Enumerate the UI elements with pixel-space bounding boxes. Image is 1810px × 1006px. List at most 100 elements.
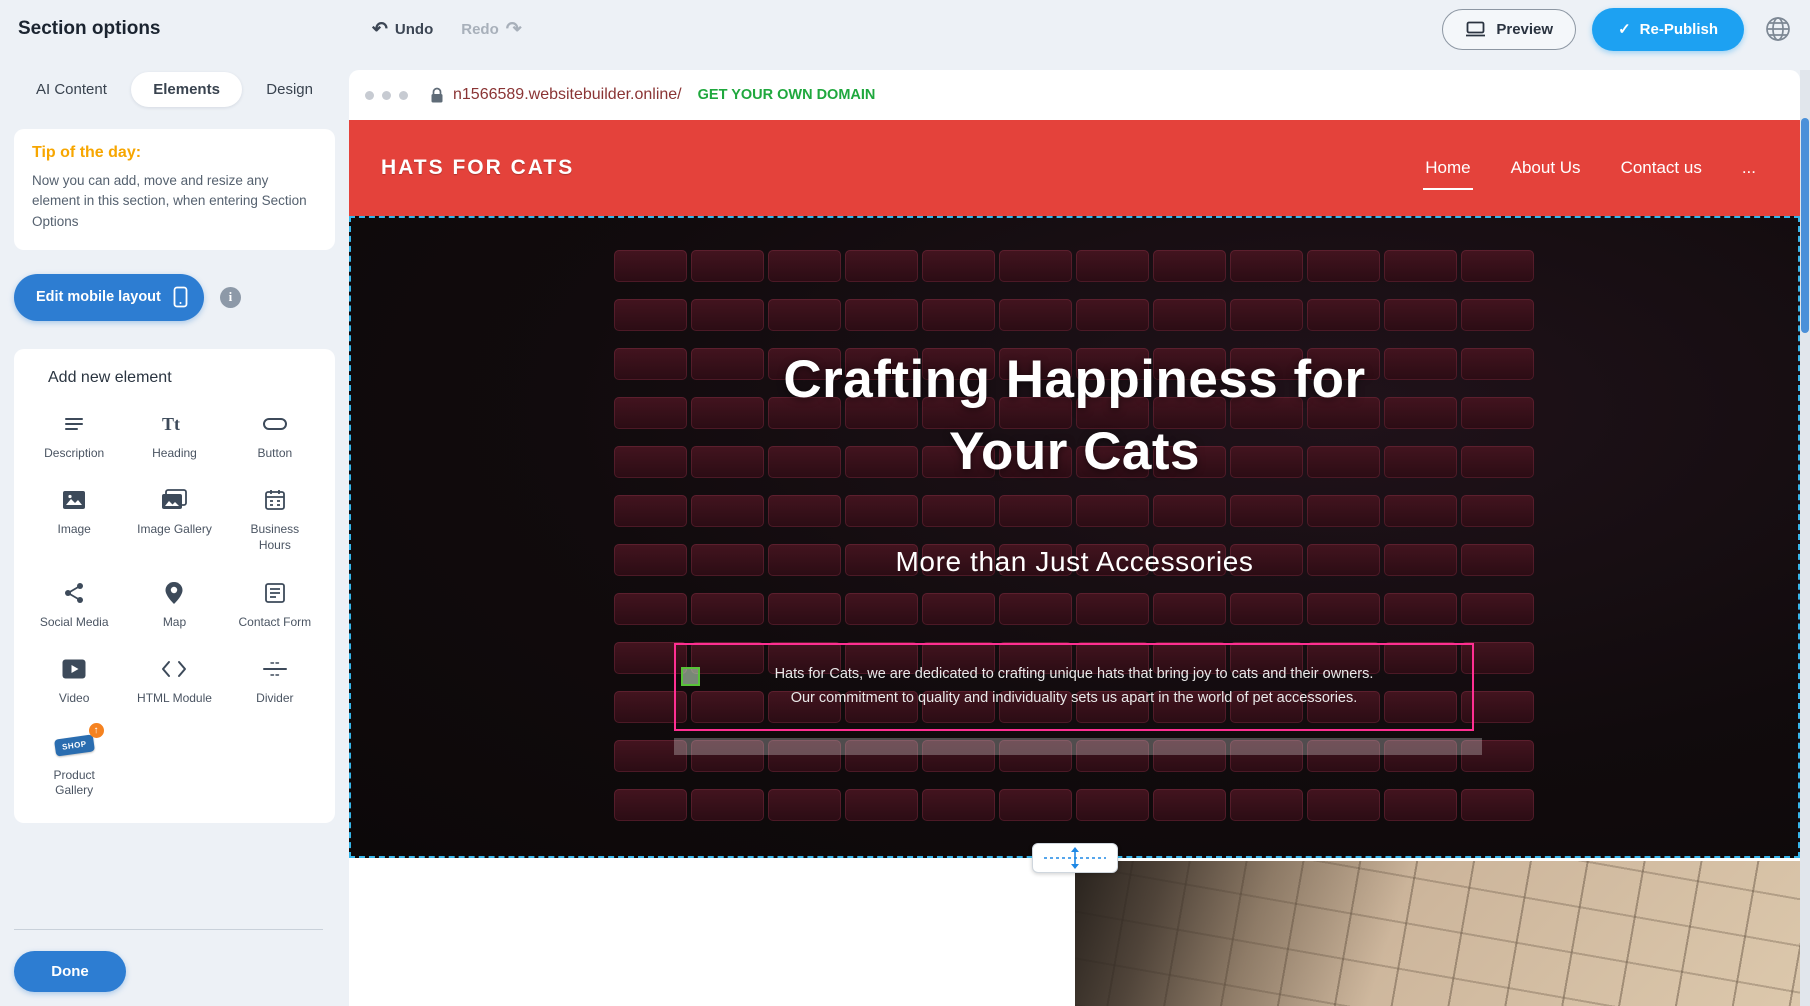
- get-your-own-domain-link[interactable]: GET YOUR OWN DOMAIN: [698, 87, 876, 103]
- element-ghost-bar: [674, 738, 1482, 755]
- wall-tile: [1307, 789, 1380, 821]
- tip-body: Now you can add, move and resize any ele…: [32, 171, 317, 232]
- scrollbar-thumb[interactable]: [1801, 118, 1809, 333]
- preview-label: Preview: [1496, 21, 1553, 38]
- shop-sign: SHOP: [54, 735, 95, 757]
- wall-tile: [1461, 299, 1534, 331]
- element-html-module[interactable]: HTML Module: [124, 648, 224, 713]
- svg-text:Tt: Tt: [162, 414, 180, 434]
- code-icon: [160, 654, 188, 684]
- image-gallery-icon: [160, 485, 188, 515]
- next-section: [349, 858, 1800, 1006]
- element-heading[interactable]: Tt Heading: [124, 403, 224, 468]
- element-product-gallery[interactable]: SHOP ↑ Product Gallery: [24, 725, 124, 805]
- browser-chrome: n1566589.websitebuilder.online/ GET YOUR…: [349, 70, 1800, 120]
- hero-subheadline[interactable]: More than Just Accessories: [349, 546, 1800, 578]
- undo-redo-group: ↶ Undo Redo ↷: [372, 20, 522, 39]
- wall-tile: [845, 299, 918, 331]
- section-height-resize-handle[interactable]: [1032, 843, 1118, 873]
- page-title: Section options: [18, 18, 161, 40]
- wall-tile: [999, 299, 1072, 331]
- wall-tile: [1230, 250, 1303, 282]
- paragraph-element-selected[interactable]: Hats for Cats, we are dedicated to craft…: [674, 643, 1474, 731]
- wall-tile: [691, 495, 764, 527]
- divider-icon: [262, 654, 288, 684]
- tab-elements[interactable]: Elements: [131, 72, 242, 107]
- hero-section-selected[interactable]: Crafting Happiness for Your Cats More th…: [349, 216, 1800, 858]
- wall-tile: [845, 250, 918, 282]
- site-url: n1566589.websitebuilder.online/: [453, 86, 682, 104]
- pavement-photo: [1075, 861, 1800, 1006]
- nav-more-icon[interactable]: ...: [1740, 152, 1758, 184]
- nav-about-us[interactable]: About Us: [1509, 152, 1583, 184]
- element-business-hours[interactable]: Business Hours: [225, 479, 325, 559]
- republish-button[interactable]: ✓ Re-Publish: [1592, 8, 1744, 51]
- preview-area: n1566589.websitebuilder.online/ GET YOUR…: [349, 58, 1810, 1006]
- wall-tile: [922, 789, 995, 821]
- site-logo[interactable]: HATS FOR CATS: [381, 156, 574, 180]
- element-video[interactable]: Video: [24, 648, 124, 713]
- wall-tile: [1384, 495, 1457, 527]
- done-button[interactable]: Done: [14, 951, 126, 992]
- undo-button[interactable]: ↶ Undo: [372, 20, 433, 39]
- element-divider[interactable]: Divider: [225, 648, 325, 713]
- preview-scrollbar: [1800, 70, 1810, 1006]
- wall-tile: [1076, 593, 1149, 625]
- heading-icon: Tt: [161, 409, 187, 439]
- element-image[interactable]: Image: [24, 479, 124, 559]
- image-icon: [61, 485, 87, 515]
- site-canvas: HATS FOR CATS Home About Us Contact us .…: [349, 120, 1800, 1006]
- tip-of-the-day-card: Tip of the day: Now you can add, move an…: [14, 129, 335, 250]
- wall-tile: [1307, 299, 1380, 331]
- edit-mobile-layout-label: Edit mobile layout: [36, 289, 161, 305]
- element-description[interactable]: Description: [24, 403, 124, 468]
- element-image-gallery[interactable]: Image Gallery: [124, 479, 224, 559]
- edit-mobile-layout-button[interactable]: Edit mobile layout: [14, 274, 204, 321]
- site-header[interactable]: HATS FOR CATS Home About Us Contact us .…: [349, 120, 1800, 216]
- wall-tile: [1076, 789, 1149, 821]
- preview-button[interactable]: Preview: [1442, 9, 1576, 50]
- wall-tile: [691, 593, 764, 625]
- description-icon: [62, 409, 86, 439]
- button-icon: [262, 409, 288, 439]
- video-icon: [61, 654, 87, 684]
- element-contact-form[interactable]: Contact Form: [225, 572, 325, 637]
- wall-tile: [614, 299, 687, 331]
- wall-tile: [614, 250, 687, 282]
- wall-tile: [768, 250, 841, 282]
- element-grid: Description Tt Heading Button: [24, 403, 325, 805]
- element-map[interactable]: Map: [124, 572, 224, 637]
- element-button[interactable]: Button: [225, 403, 325, 468]
- tab-ai-content[interactable]: AI Content: [26, 72, 117, 107]
- social-media-icon: [62, 578, 86, 608]
- nav-home[interactable]: Home: [1423, 152, 1472, 184]
- wall-tile: [1461, 495, 1534, 527]
- lock-icon: [430, 87, 444, 104]
- hero-headline[interactable]: Crafting Happiness for Your Cats: [349, 344, 1800, 488]
- wall-tile: [1384, 593, 1457, 625]
- resize-handle-left-icon[interactable]: [681, 667, 700, 686]
- nav-contact-us[interactable]: Contact us: [1619, 152, 1704, 184]
- wall-tile: [922, 495, 995, 527]
- wall-tile: [999, 593, 1072, 625]
- wall-tile: [1384, 299, 1457, 331]
- wall-tile: [1153, 250, 1226, 282]
- sidebar: AI Content Elements Design Tip of the da…: [0, 58, 349, 1006]
- wall-tile: [1153, 593, 1226, 625]
- info-icon[interactable]: i: [220, 287, 241, 308]
- wall-tile: [1384, 789, 1457, 821]
- wall-tile: [1461, 250, 1534, 282]
- wall-tile: [1076, 250, 1149, 282]
- redo-button[interactable]: Redo ↷: [461, 20, 521, 39]
- wall-tile: [999, 789, 1072, 821]
- language-globe-icon[interactable]: [1760, 11, 1796, 47]
- tab-design[interactable]: Design: [256, 72, 323, 107]
- hero-paragraph: Hats for Cats, we are dedicated to craft…: [775, 663, 1374, 711]
- element-social-media[interactable]: Social Media: [24, 572, 124, 637]
- upgrade-badge-icon: ↑: [89, 723, 104, 738]
- wall-tile: [1153, 495, 1226, 527]
- republish-label: Re-Publish: [1640, 21, 1718, 38]
- wall-tile: [614, 593, 687, 625]
- product-gallery-icon: SHOP ↑: [55, 731, 94, 761]
- wall-tile: [768, 593, 841, 625]
